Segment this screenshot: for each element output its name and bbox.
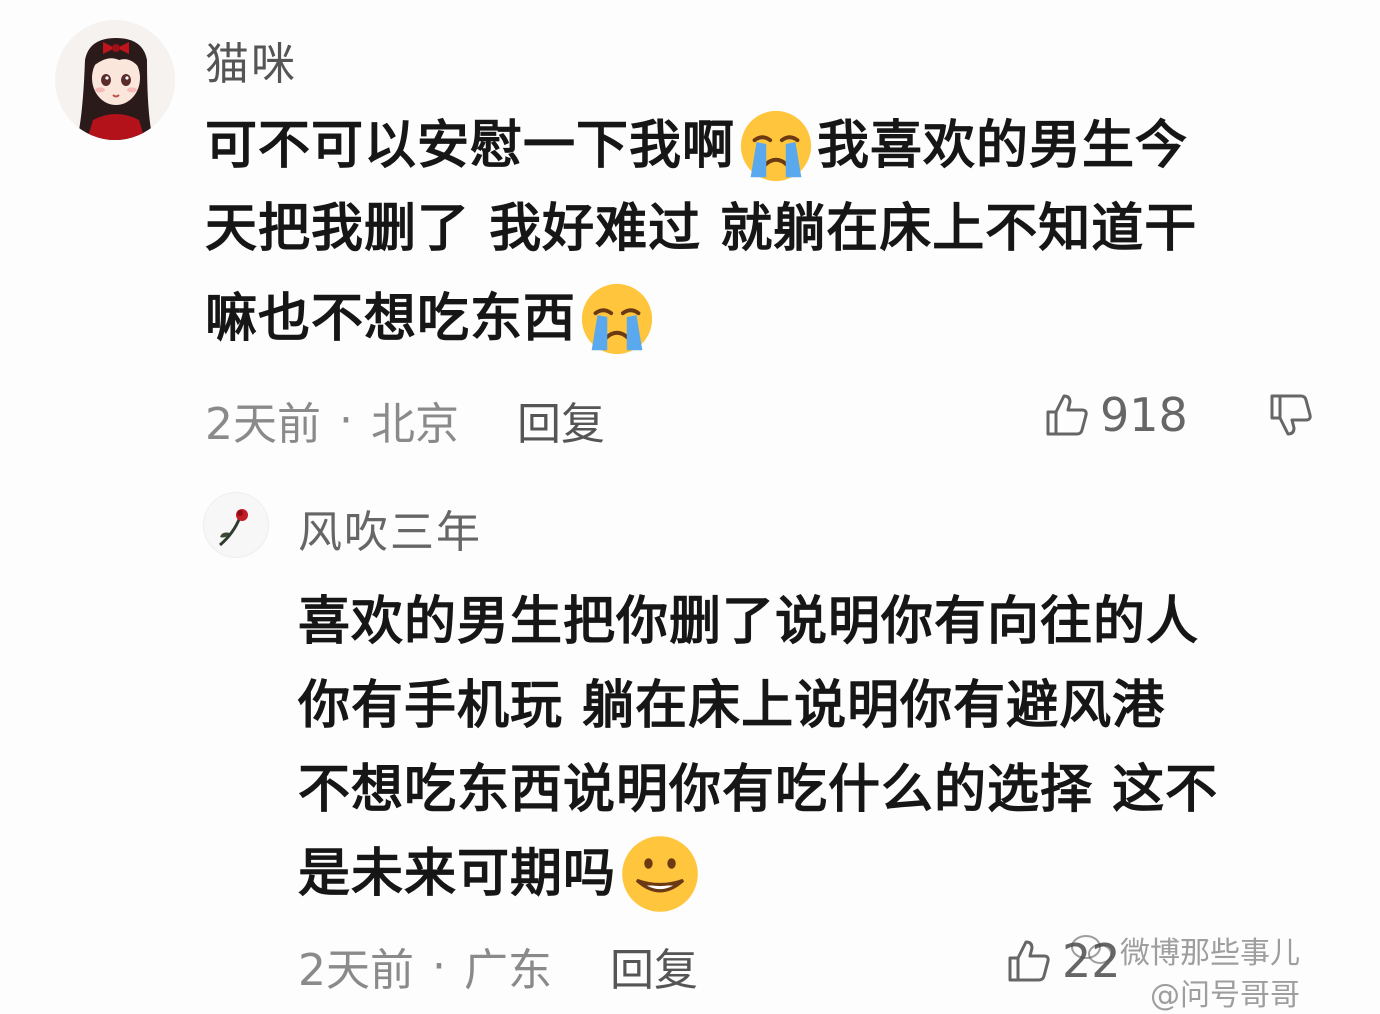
meta-dot: · — [339, 394, 353, 446]
reply-reply-button[interactable]: 回复 — [610, 934, 698, 998]
comment-body: 可不可以安慰一下我啊 我喜欢的男生今 天把我删了 我好难过 就躺在床上不知道干 … — [205, 108, 1197, 364]
comment-line-text: 可不可以安慰一下我啊 — [205, 116, 736, 176]
comment-line-2: 天把我删了 我好难过 就躺在床上不知道干 — [205, 184, 1197, 274]
reply-line-3: 不想吃东西说明你有吃什么的选择 这不 — [298, 748, 1218, 832]
reply-button[interactable]: 回复 — [517, 388, 605, 452]
watermark-line-1: 微博那些事儿 — [1070, 928, 1300, 972]
comment-location: 北京 — [371, 399, 459, 450]
comment-username[interactable]: 猫咪 — [205, 28, 297, 92]
reply-line-text: 喜欢的男生把你删了说明你有向往的人 — [298, 592, 1200, 652]
watermark-line-2: @问号哥哥 — [1150, 978, 1300, 1013]
like-count: 918 — [1100, 388, 1188, 442]
meta-dot: · — [432, 940, 446, 992]
comment-line-1: 可不可以安慰一下我啊 我喜欢的男生今 — [205, 108, 1197, 184]
comment-line-text: 嘛也不想吃东西 — [205, 289, 577, 349]
reply-line-2: 你有手机玩 躺在床上说明你有避风港 — [298, 664, 1218, 748]
reply-location: 广东 — [464, 945, 552, 996]
reply-line-1: 喜欢的男生把你删了说明你有向往的人 — [298, 580, 1218, 664]
reply-line-4: 是未来可期吗 — [298, 832, 1218, 916]
comment-line-text: 天把我删了 我好难过 就躺在床上不知道干 — [205, 199, 1198, 259]
reply-time: 2天前 — [298, 945, 414, 996]
grin-emoji — [622, 836, 698, 912]
girl-avatar-icon — [55, 20, 175, 140]
reply-body: 喜欢的男生把你删了说明你有向往的人 你有手机玩 躺在床上说明你有避风港 不想吃东… — [298, 580, 1218, 916]
crying-emoji — [581, 283, 653, 355]
avatar-main[interactable] — [55, 20, 175, 140]
reply-meta: 2天前 · 广东 回复 — [298, 934, 698, 998]
watermark-text-1: 微博那些事儿 — [1120, 936, 1300, 971]
wechat-icon — [1071, 935, 1112, 964]
reply-line-text: 你有手机玩 躺在床上说明你有避风港 — [298, 676, 1166, 736]
like-group[interactable]: 918 — [1044, 388, 1188, 442]
avatar-reply[interactable] — [203, 492, 269, 558]
thumbs-up-icon[interactable] — [1044, 392, 1090, 438]
thumbs-down-icon — [1270, 394, 1312, 436]
watermark: 微博那些事儿 @问号哥哥 — [1070, 928, 1300, 1014]
reply-username[interactable]: 风吹三年 — [298, 496, 482, 560]
reply-line-text: 不想吃东西说明你有吃什么的选择 这不 — [298, 760, 1219, 820]
thumbs-up-icon[interactable] — [1006, 938, 1052, 984]
rose-avatar-icon — [204, 493, 268, 557]
dislike-button[interactable] — [1268, 392, 1314, 438]
comment-line-text: 我喜欢的男生今 — [817, 116, 1189, 176]
reply-line-text: 是未来可期吗 — [298, 844, 617, 904]
comment-time: 2天前 — [205, 399, 321, 450]
comment-meta: 2天前 · 北京 回复 — [205, 388, 605, 452]
comment-line-3: 嘛也不想吃东西 — [205, 274, 1197, 364]
crying-emoji — [740, 110, 812, 182]
